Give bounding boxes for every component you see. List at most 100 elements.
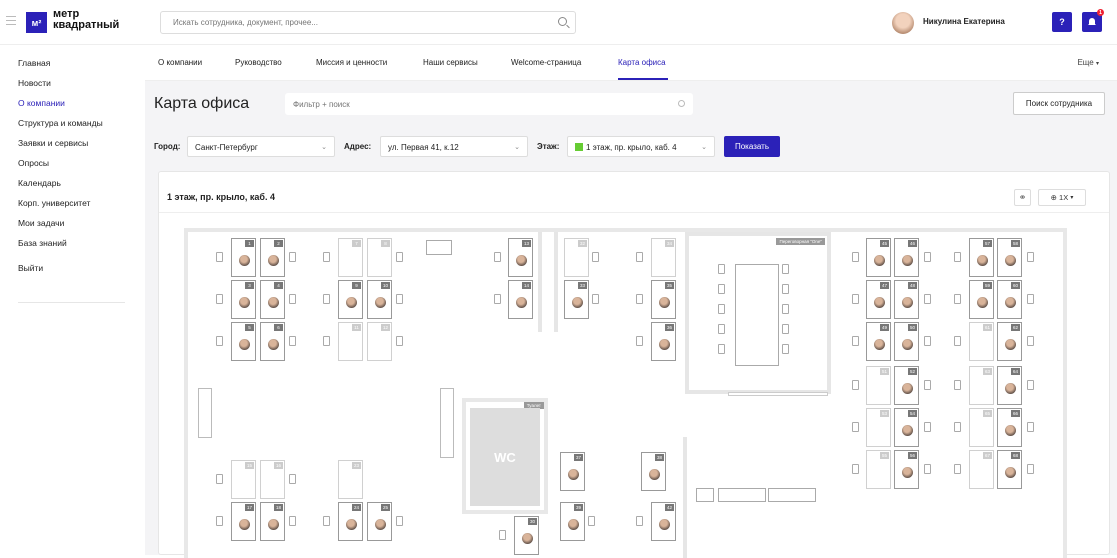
desk-23[interactable]: 23 <box>338 460 363 499</box>
sidebar-item-structure[interactable]: Структура и команды <box>18 118 103 128</box>
desk-61[interactable]: 61 <box>969 322 994 361</box>
employee-avatar[interactable] <box>346 519 357 530</box>
desk-60[interactable]: 60 <box>997 280 1022 319</box>
employee-avatar[interactable] <box>977 297 988 308</box>
address-select[interactable]: ул. Первая 41, к.12 ⌄ <box>380 136 528 157</box>
desk-34[interactable]: 34 <box>651 238 676 277</box>
employee-avatar[interactable] <box>902 297 913 308</box>
desk-32[interactable]: 32 <box>564 238 589 277</box>
sidebar-item-home[interactable]: Главная <box>18 58 50 68</box>
employee-avatar[interactable] <box>375 519 386 530</box>
employee-avatar[interactable] <box>902 467 913 478</box>
desk-16[interactable]: 16 <box>260 460 285 499</box>
tab-mission[interactable]: Миссия и ценности <box>316 58 387 67</box>
sidebar-item-surveys[interactable]: Опросы <box>18 158 49 168</box>
employee-avatar[interactable] <box>1005 297 1016 308</box>
employee-avatar[interactable] <box>902 383 913 394</box>
desk-53[interactable]: 53 <box>866 408 891 447</box>
desk-52[interactable]: 52 <box>894 366 919 405</box>
employee-avatar[interactable] <box>375 297 386 308</box>
desk-54[interactable]: 54 <box>894 408 919 447</box>
search-icon[interactable] <box>558 17 567 26</box>
desk-3[interactable]: 3 <box>231 280 256 319</box>
employee-avatar[interactable] <box>268 519 279 530</box>
employee-avatar[interactable] <box>1005 383 1016 394</box>
desk-36[interactable]: 36 <box>651 322 676 361</box>
search-icon[interactable] <box>678 100 685 107</box>
employee-avatar[interactable] <box>268 297 279 308</box>
desk-7[interactable]: 7 <box>338 238 363 277</box>
employee-avatar[interactable] <box>572 297 583 308</box>
desk-25[interactable]: 25 <box>367 502 392 541</box>
link-icon[interactable]: ⚭ <box>1014 189 1031 206</box>
desk-57[interactable]: 57 <box>969 238 994 277</box>
tabs-more-menu[interactable]: Еще ▾ <box>1077 58 1099 67</box>
employee-avatar[interactable] <box>268 255 279 266</box>
find-employee-button[interactable]: Поиск сотрудника <box>1013 92 1105 115</box>
sidebar-item-knowledge[interactable]: База знаний <box>18 238 67 248</box>
employee-avatar[interactable] <box>1005 255 1016 266</box>
bell-icon[interactable]: 1 <box>1082 9 1104 32</box>
employee-avatar[interactable] <box>1005 467 1016 478</box>
employee-avatar[interactable] <box>522 533 533 544</box>
employee-avatar[interactable] <box>659 519 670 530</box>
employee-avatar[interactable] <box>239 255 250 266</box>
employee-avatar[interactable] <box>649 469 660 480</box>
sidebar-item-logout[interactable]: Выйти <box>18 263 43 273</box>
desk-66[interactable]: 66 <box>997 408 1022 447</box>
desk-42[interactable]: 42 <box>651 502 676 541</box>
employee-avatar[interactable] <box>239 519 250 530</box>
sidebar-item-university[interactable]: Корп. университет <box>18 198 90 208</box>
employee-avatar[interactable] <box>902 255 913 266</box>
city-select[interactable]: Санкт-Петербург ⌄ <box>187 136 335 157</box>
employee-avatar[interactable] <box>568 519 579 530</box>
desk-9[interactable]: 9 <box>338 280 363 319</box>
tab-management[interactable]: Руководство <box>235 58 282 67</box>
desk-64[interactable]: 64 <box>997 366 1022 405</box>
map-filter[interactable] <box>285 93 693 115</box>
desk-48[interactable]: 48 <box>894 280 919 319</box>
employee-avatar[interactable] <box>1005 339 1016 350</box>
employee-avatar[interactable] <box>239 297 250 308</box>
help-icon[interactable]: ? <box>1052 12 1072 32</box>
sidebar-item-about[interactable]: О компании <box>18 98 65 108</box>
desk-67[interactable]: 67 <box>969 450 994 489</box>
desk-68[interactable]: 68 <box>997 450 1022 489</box>
tab-services[interactable]: Наши сервисы <box>423 58 478 67</box>
employee-avatar[interactable] <box>659 297 670 308</box>
sidebar-item-news[interactable]: Новости <box>18 78 51 88</box>
floor-select[interactable]: 1 этаж, пр. крыло, каб. 4 ⌄ <box>567 136 715 157</box>
tab-about[interactable]: О компании <box>158 58 202 67</box>
floor-plan[interactable]: Переговорная "One" Туалет WC 1 2 3 4 5 6 7 8 9 10… <box>184 228 1067 558</box>
desk-55[interactable]: 55 <box>866 450 891 489</box>
employee-avatar[interactable] <box>659 339 670 350</box>
employee-avatar[interactable] <box>516 255 527 266</box>
zoom-control[interactable]: ⊕ 1X ▾ <box>1038 189 1086 206</box>
desk-49[interactable]: 49 <box>866 322 891 361</box>
desk-47[interactable]: 47 <box>866 280 891 319</box>
employee-avatar[interactable] <box>902 425 913 436</box>
desk-8[interactable]: 8 <box>367 238 392 277</box>
desk-62[interactable]: 62 <box>997 322 1022 361</box>
employee-avatar[interactable] <box>568 469 579 480</box>
desk-45[interactable]: 45 <box>866 238 891 277</box>
global-search-input[interactable] <box>161 12 541 33</box>
desk-39[interactable]: 39 <box>560 502 585 541</box>
desk-38[interactable]: 38 <box>641 452 666 491</box>
desk-51[interactable]: 51 <box>866 366 891 405</box>
desk-35[interactable]: 35 <box>651 280 676 319</box>
employee-avatar[interactable] <box>874 339 885 350</box>
employee-avatar[interactable] <box>1005 425 1016 436</box>
meeting-room[interactable]: Переговорная "One" <box>685 232 831 394</box>
desk-59[interactable]: 59 <box>969 280 994 319</box>
logo-text[interactable]: метр квадратный <box>53 9 119 31</box>
desk-5[interactable]: 5 <box>231 322 256 361</box>
desk-46[interactable]: 46 <box>894 238 919 277</box>
desk-17[interactable]: 17 <box>231 502 256 541</box>
desk-56[interactable]: 56 <box>894 450 919 489</box>
desk-33[interactable]: 33 <box>564 280 589 319</box>
desk-50[interactable]: 50 <box>894 322 919 361</box>
desk-10[interactable]: 10 <box>367 280 392 319</box>
employee-avatar[interactable] <box>239 339 250 350</box>
desk-13[interactable]: 13 <box>508 238 533 277</box>
